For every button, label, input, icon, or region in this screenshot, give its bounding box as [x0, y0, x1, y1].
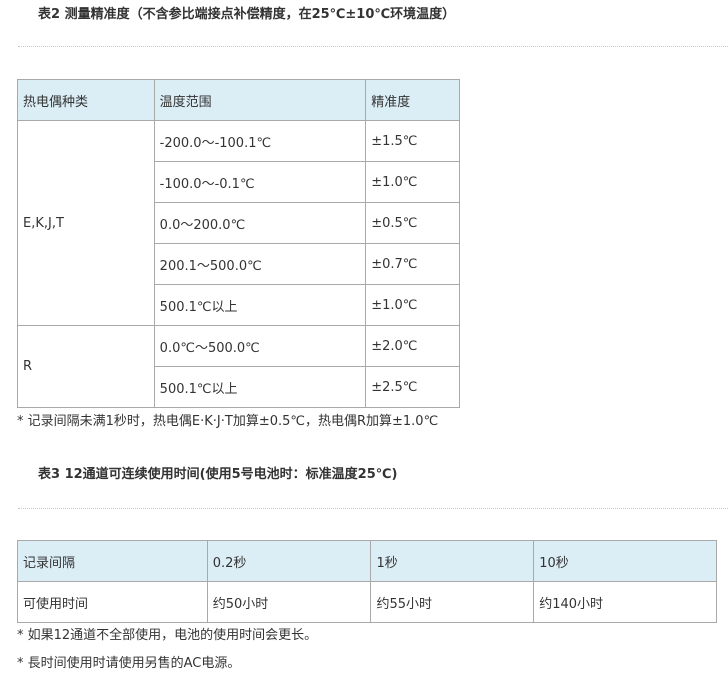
range-cell: 0.0℃～500.0℃	[153, 325, 367, 367]
divider	[18, 46, 728, 47]
battery-life-table: 记录间隔 0.2秒 1秒 10秒 可使用时间 约50小时 约55小时 约140小…	[17, 540, 717, 623]
header-thermocouple-type: 热电偶种类	[17, 79, 155, 121]
table2-title: 表2 测量精准度（不含参比端接点补偿精度，在25℃±10℃环境温度）	[38, 7, 456, 22]
accuracy-cell: ±2.5℃	[365, 366, 460, 408]
thermocouple-type-cell: R	[17, 325, 155, 408]
range-cell: 0.0～200.0℃	[153, 202, 367, 244]
table3-title: 表3 12通道可连续使用时间(使用5号电池时：标准温度25℃)	[38, 467, 398, 482]
usable-time-label: 可使用时间	[17, 581, 208, 623]
accuracy-cell: ±2.0℃	[365, 325, 460, 367]
accuracy-cell: ±1.0℃	[365, 284, 460, 326]
accuracy-cell: ±1.0℃	[365, 161, 460, 203]
accuracy-cell: ±0.5℃	[365, 202, 460, 244]
usable-time-cell: 约50小时	[206, 581, 372, 623]
usable-time-cell: 约55小时	[370, 581, 535, 623]
header-record-interval: 记录间隔	[17, 540, 208, 582]
range-cell: -200.0～-100.1℃	[153, 120, 367, 162]
header-interval-value: 1秒	[370, 540, 535, 582]
divider	[18, 508, 728, 509]
range-cell: 500.1℃以上	[153, 284, 367, 326]
thermocouple-type-cell: E,K,J,T	[17, 120, 155, 326]
header-temperature-range: 温度范围	[153, 79, 367, 121]
header-accuracy: 精准度	[365, 79, 460, 121]
header-interval-value: 10秒	[533, 540, 717, 582]
accuracy-cell: ±1.5℃	[365, 120, 460, 162]
usable-time-cell: 约140小时	[533, 581, 717, 623]
header-interval-value: 0.2秒	[206, 540, 372, 582]
range-cell: -100.0～-0.1℃	[153, 161, 367, 203]
table2-note: * 记录间隔未满1秒时，热电偶E·K·J·T加算±0.5℃，热电偶R加算±1.0…	[17, 414, 439, 429]
accuracy-table: 热电偶种类 温度范围 精准度 E,K,J,T -200.0～-100.1℃ ±1…	[17, 79, 460, 408]
accuracy-cell: ±0.7℃	[365, 243, 460, 285]
table3-note: * 長时间使用时请使用另售的AC电源。	[17, 656, 241, 671]
range-cell: 200.1～500.0℃	[153, 243, 367, 285]
table3-note: * 如果12通道不全部使用，电池的使用时间会更长。	[17, 628, 318, 643]
range-cell: 500.1℃以上	[153, 366, 367, 408]
